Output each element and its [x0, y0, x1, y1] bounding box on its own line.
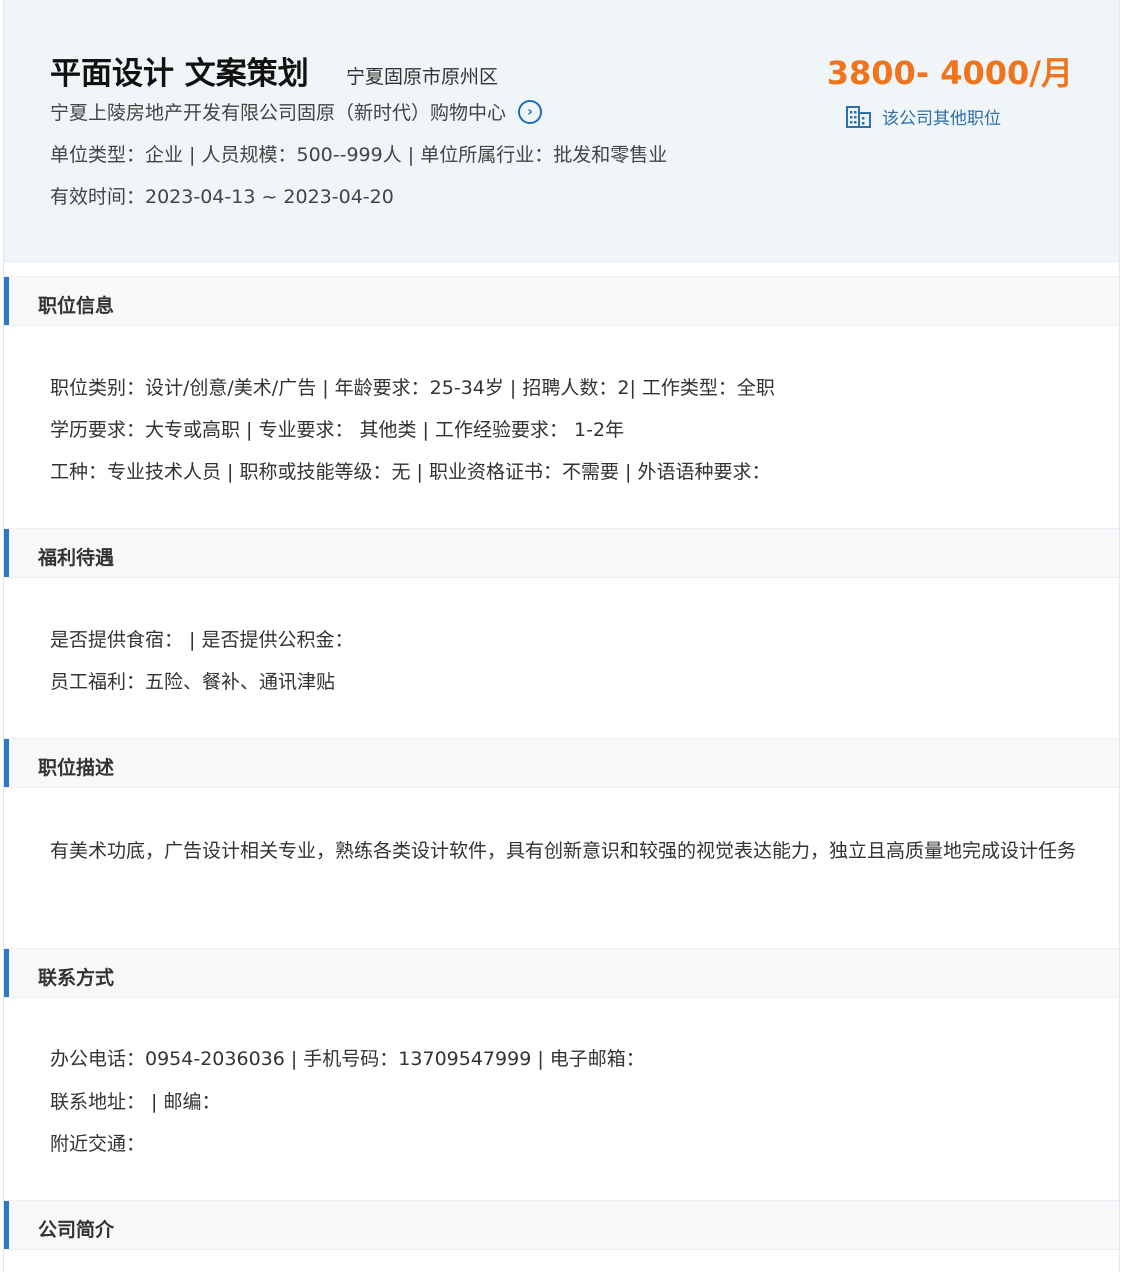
- job-header: 平面设计 文案策划 宁夏固原市原州区 宁夏上陵房地产开发有限公司固原（新时代）购…: [4, 0, 1119, 262]
- other-jobs-label[interactable]: 该公司其他职位: [882, 104, 1001, 129]
- contact-line: 附近交通：: [50, 1133, 146, 1155]
- benefits-line: 是否提供食宿： | 是否提供公积金：: [50, 629, 354, 651]
- contact-line: 联系地址： | 邮编：: [50, 1091, 221, 1113]
- company-row: 宁夏上陵房地产开发有限公司固原（新时代）购物中心 ›: [50, 98, 543, 125]
- other-jobs-link[interactable]: 该公司其他职位: [846, 104, 1001, 129]
- section-accent-bar: [4, 1201, 9, 1249]
- section-title: 公司简介: [38, 1219, 115, 1241]
- salary: 3800- 4000/月: [826, 54, 1073, 92]
- position-info-line: 职位类别：设计/创意/美术/广告 | 年龄要求：25-34岁 | 招聘人数：2|…: [50, 377, 775, 399]
- job-description-text: 有美术功底，广告设计相关专业，熟练各类设计软件，具有创新意识和较强的视觉表达能力…: [50, 840, 1077, 862]
- section-description: 职位描述: [4, 738, 1119, 788]
- section-accent-bar: [4, 949, 9, 997]
- building-icon: [846, 105, 871, 128]
- section-accent-bar: [4, 277, 9, 325]
- section-accent-bar: [4, 529, 9, 577]
- company-name-link[interactable]: 宁夏上陵房地产开发有限公司固原（新时代）购物中心: [50, 98, 506, 125]
- job-location: 宁夏固原市原州区: [346, 66, 499, 88]
- chevron-right-circle-icon[interactable]: ›: [518, 99, 543, 124]
- section-title: 福利待遇: [38, 547, 115, 569]
- section-benefits: 福利待遇: [4, 528, 1119, 578]
- valid-period: 有效时间：2023-04-13 ~ 2023-04-20: [50, 186, 394, 208]
- position-info-line: 工种：专业技术人员 | 职称或技能等级：无 | 职业资格证书：不需要 | 外语语…: [50, 461, 771, 483]
- section-company-intro: 公司简介: [4, 1200, 1119, 1250]
- job-detail-panel: 平面设计 文案策划 宁夏固原市原州区 宁夏上陵房地产开发有限公司固原（新时代）购…: [3, 0, 1120, 1272]
- section-accent-bar: [4, 739, 9, 787]
- company-meta: 单位类型：企业 | 人员规模：500--999人 | 单位所属行业：批发和零售业: [50, 144, 668, 166]
- section-title: 职位描述: [38, 757, 115, 779]
- job-title: 平面设计 文案策划: [50, 56, 309, 92]
- section-position-info: 职位信息: [4, 276, 1119, 326]
- section-contact: 联系方式: [4, 948, 1119, 998]
- position-info-line: 学历要求：大专或高职 | 专业要求： 其他类 | 工作经验要求： 1-2年: [50, 419, 625, 441]
- contact-line: 办公电话：0954-2036036 | 手机号码：13709547999 | 电…: [50, 1048, 645, 1070]
- section-title: 职位信息: [38, 295, 115, 317]
- section-title: 联系方式: [38, 967, 115, 989]
- benefits-line: 员工福利：五险、餐补、通讯津贴: [50, 671, 336, 693]
